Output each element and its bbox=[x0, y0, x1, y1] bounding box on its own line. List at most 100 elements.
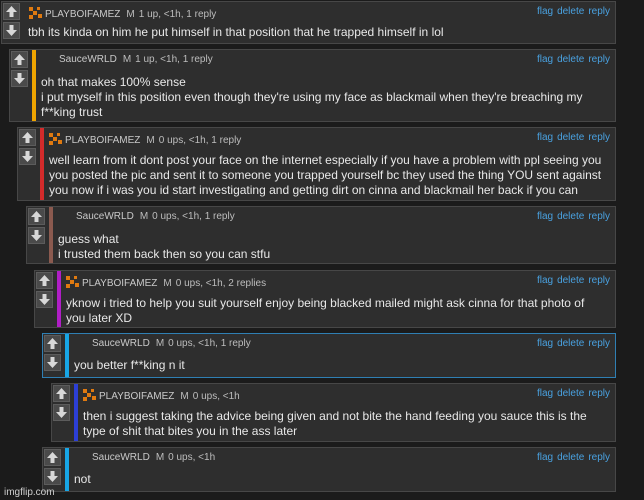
up-arrow-icon bbox=[14, 54, 25, 65]
comment-header: PLAYBOIFAMEZ M 0 ups, <1h bbox=[82, 388, 240, 402]
comment-line: well learn from it dont post your face o… bbox=[49, 153, 602, 167]
flag-link[interactable]: flag bbox=[537, 388, 553, 399]
upvote-button[interactable] bbox=[53, 385, 70, 402]
comment-actions: flag delete reply bbox=[533, 132, 610, 143]
comment-actions: flag delete reply bbox=[533, 388, 610, 399]
comment: SauceWRLD M 0 ups, <1h flag delete reply not bbox=[42, 447, 616, 492]
comment-actions: flag delete reply bbox=[533, 452, 610, 463]
reply-link[interactable]: reply bbox=[588, 211, 610, 222]
pixel-avatar-icon bbox=[49, 133, 62, 145]
downvote-button[interactable] bbox=[44, 354, 61, 371]
comment-header: SauceWRLD M 1 up, <1h, 1 reply bbox=[59, 54, 213, 65]
comment-username[interactable]: PLAYBOIFAMEZ bbox=[82, 278, 157, 289]
reply-link[interactable]: reply bbox=[588, 132, 610, 143]
vote-column bbox=[3, 3, 22, 41]
comment-actions: flag delete reply bbox=[533, 275, 610, 286]
reply-link[interactable]: reply bbox=[588, 338, 610, 349]
up-arrow-icon bbox=[31, 211, 42, 222]
watermark: imgflip.com bbox=[4, 487, 55, 498]
upvote-button[interactable] bbox=[19, 129, 36, 146]
upvote-button[interactable] bbox=[28, 208, 45, 225]
comment: SauceWRLD M 0 ups, <1h, 1 reply flag delete… bbox=[42, 333, 616, 378]
comment-body: oh that makes 100% sense i put myself in… bbox=[41, 75, 583, 120]
thread-indicator bbox=[74, 384, 78, 441]
down-arrow-icon bbox=[22, 151, 33, 162]
comment-line: you posted the pic and sent it to someon… bbox=[49, 168, 602, 182]
comment-meta: 0 ups, <1h, 1 reply bbox=[158, 135, 242, 146]
comment-meta: 0 ups, <1h bbox=[192, 391, 240, 402]
down-arrow-icon bbox=[56, 407, 67, 418]
up-arrow-icon bbox=[56, 388, 67, 399]
mod-badge: M bbox=[155, 338, 165, 349]
comment-line: yknow i tried to help you suit yourself … bbox=[66, 296, 585, 310]
comment-line: you now if i was you id start investigat… bbox=[49, 183, 578, 197]
comment-body: then i suggest taking the advice being g… bbox=[83, 409, 587, 439]
comment-username[interactable]: SauceWRLD bbox=[59, 54, 117, 65]
pixel-avatar-icon bbox=[66, 276, 79, 288]
upvote-button[interactable] bbox=[44, 449, 61, 466]
comment-line: you better f**king n it bbox=[74, 358, 185, 372]
reply-link[interactable]: reply bbox=[588, 388, 610, 399]
comment-username[interactable]: PLAYBOIFAMEZ bbox=[45, 9, 120, 20]
comment-actions: flag delete reply bbox=[533, 6, 610, 17]
downvote-button[interactable] bbox=[28, 227, 45, 244]
upvote-button[interactable] bbox=[3, 3, 20, 20]
comment-line: type of shit that bites you in the ass l… bbox=[83, 424, 298, 438]
flag-link[interactable]: flag bbox=[537, 6, 553, 17]
thread-indicator bbox=[32, 50, 36, 121]
downvote-button[interactable] bbox=[19, 148, 36, 165]
downvote-button[interactable] bbox=[44, 468, 61, 485]
vote-column bbox=[53, 385, 72, 423]
comment-username[interactable]: PLAYBOIFAMEZ bbox=[65, 135, 140, 146]
down-arrow-icon bbox=[47, 471, 58, 482]
comment-body: well learn from it dont post your face o… bbox=[49, 153, 601, 198]
reply-link[interactable]: reply bbox=[588, 54, 610, 65]
comment-username[interactable]: PLAYBOIFAMEZ bbox=[99, 391, 174, 402]
flag-link[interactable]: flag bbox=[537, 54, 553, 65]
upvote-button[interactable] bbox=[44, 335, 61, 352]
delete-link[interactable]: delete bbox=[557, 211, 584, 222]
comment-meta: 0 ups, <1h, 1 reply bbox=[152, 211, 235, 222]
up-arrow-icon bbox=[6, 6, 17, 17]
upvote-button[interactable] bbox=[11, 51, 28, 68]
comment: SauceWRLD M 0 ups, <1h, 1 reply flag delete… bbox=[26, 206, 616, 264]
delete-link[interactable]: delete bbox=[557, 54, 584, 65]
flag-link[interactable]: flag bbox=[537, 211, 553, 222]
flag-link[interactable]: flag bbox=[537, 452, 553, 463]
delete-link[interactable]: delete bbox=[557, 388, 584, 399]
comment-header: PLAYBOIFAMEZ M 0 ups, <1h, 1 reply bbox=[48, 132, 241, 146]
comment: PLAYBOIFAMEZ M 0 ups, <1h flag delete reply … bbox=[51, 383, 616, 442]
comment-header: SauceWRLD M 0 ups, <1h, 1 reply bbox=[76, 211, 235, 222]
delete-link[interactable]: delete bbox=[557, 6, 584, 17]
downvote-button[interactable] bbox=[11, 70, 28, 87]
comment: SauceWRLD M 1 up, <1h, 1 reply flag delete r… bbox=[9, 49, 616, 122]
delete-link[interactable]: delete bbox=[557, 275, 584, 286]
comment-body: not bbox=[74, 472, 91, 487]
down-arrow-icon bbox=[14, 73, 25, 84]
flag-link[interactable]: flag bbox=[537, 275, 553, 286]
reply-link[interactable]: reply bbox=[588, 6, 610, 17]
downvote-button[interactable] bbox=[53, 404, 70, 421]
flag-link[interactable]: flag bbox=[537, 338, 553, 349]
comment-username[interactable]: SauceWRLD bbox=[92, 452, 150, 463]
comment-line: tbh its kinda on him he put himself in t… bbox=[28, 25, 444, 39]
downvote-button[interactable] bbox=[3, 22, 20, 39]
comment-body: yknow i tried to help you suit yourself … bbox=[66, 296, 584, 326]
mod-badge: M bbox=[146, 135, 155, 146]
delete-link[interactable]: delete bbox=[557, 338, 584, 349]
comment-body: tbh its kinda on him he put himself in t… bbox=[28, 25, 444, 40]
flag-link[interactable]: flag bbox=[537, 132, 553, 143]
delete-link[interactable]: delete bbox=[557, 132, 584, 143]
mod-badge: M bbox=[139, 211, 149, 222]
upvote-button[interactable] bbox=[36, 272, 53, 289]
comment-username[interactable]: SauceWRLD bbox=[76, 211, 134, 222]
downvote-button[interactable] bbox=[36, 291, 53, 308]
mod-badge: M bbox=[126, 9, 135, 20]
reply-link[interactable]: reply bbox=[588, 452, 610, 463]
mod-badge: M bbox=[155, 452, 165, 463]
thread-indicator bbox=[65, 334, 69, 377]
reply-link[interactable]: reply bbox=[588, 275, 610, 286]
comment-username[interactable]: SauceWRLD bbox=[92, 338, 150, 349]
delete-link[interactable]: delete bbox=[557, 452, 584, 463]
comment-header: SauceWRLD M 0 ups, <1h, 1 reply bbox=[92, 338, 251, 349]
